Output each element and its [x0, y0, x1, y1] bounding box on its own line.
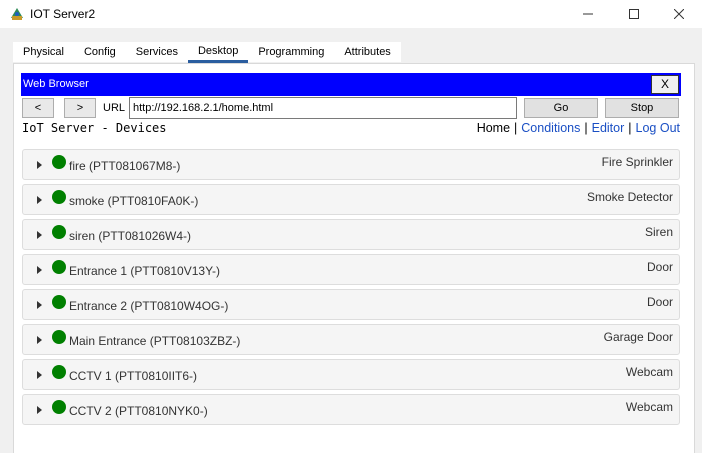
status-online-icon [52, 330, 66, 344]
device-row[interactable]: smoke (PTT0810FA0K-) Smoke Detector [22, 184, 680, 215]
nav-separator: | [514, 121, 518, 135]
device-list: fire (PTT081067M8-) Fire Sprinkler smoke… [22, 149, 680, 429]
stop-button[interactable]: Stop [605, 98, 679, 118]
close-icon [674, 9, 684, 19]
maximize-icon [629, 9, 639, 19]
device-row[interactable]: Entrance 2 (PTT0810W4OG-) Door [22, 289, 680, 320]
maximize-button[interactable] [611, 0, 657, 28]
device-row[interactable]: Main Entrance (PTT08103ZBZ-) Garage Door [22, 324, 680, 355]
tab-physical[interactable]: Physical [13, 42, 74, 62]
close-window-button[interactable] [656, 0, 702, 28]
web-browser: Web Browser X < > URL Go Stop IoT Server… [21, 73, 681, 452]
device-name: siren (PTT081026W4-) [69, 229, 192, 243]
device-row[interactable]: siren (PTT081026W4-) Siren [22, 219, 680, 250]
device-name: CCTV 1 (PTT0810IIT6-) [69, 369, 198, 383]
window-titlebar: IOT Server2 [0, 0, 702, 28]
page-title: IoT Server - Devices [22, 121, 167, 135]
device-type: Fire Sprinkler [601, 155, 673, 169]
status-online-icon [52, 190, 66, 204]
device-type: Webcam [625, 365, 673, 379]
device-name: smoke (PTT0810FA0K-) [69, 194, 199, 208]
device-type: Siren [644, 225, 673, 239]
device-row[interactable]: Entrance 1 (PTT0810V13Y-) Door [22, 254, 680, 285]
go-button[interactable]: Go [524, 98, 598, 118]
minimize-icon [583, 13, 593, 15]
status-online-icon [52, 400, 66, 414]
app-icon [11, 8, 23, 20]
device-row[interactable]: CCTV 1 (PTT0810IIT6-) Webcam [22, 359, 680, 390]
top-nav: Home | Conditions | Editor | Log Out [477, 121, 680, 135]
chevron-right-icon[interactable] [37, 336, 42, 344]
device-row[interactable]: CCTV 2 (PTT0810NYK0-) Webcam [22, 394, 680, 425]
forward-button[interactable]: > [64, 98, 96, 118]
device-type: Smoke Detector [586, 190, 673, 204]
tab-programming[interactable]: Programming [248, 42, 335, 62]
device-tabs: Physical Config Services Desktop Program… [13, 42, 401, 63]
status-online-icon [52, 155, 66, 169]
window-title: IOT Server2 [30, 7, 96, 21]
chevron-right-icon[interactable] [37, 371, 42, 379]
nav-separator: | [628, 121, 632, 135]
device-type: Door [646, 295, 673, 309]
chevron-right-icon[interactable] [37, 196, 42, 204]
device-name: CCTV 2 (PTT0810NYK0-) [69, 404, 208, 418]
device-type: Webcam [625, 400, 673, 414]
url-input[interactable] [129, 97, 517, 119]
nav-home-link[interactable]: Home [477, 121, 510, 135]
browser-title: Web Browser [23, 78, 89, 90]
device-type: Door [646, 260, 673, 274]
minimize-button[interactable] [565, 0, 611, 28]
device-name: Entrance 2 (PTT0810W4OG-) [69, 299, 229, 313]
tab-config[interactable]: Config [73, 42, 126, 62]
device-row[interactable]: fire (PTT081067M8-) Fire Sprinkler [22, 149, 680, 180]
nav-conditions-link[interactable]: Conditions [521, 121, 580, 135]
chevron-right-icon[interactable] [37, 266, 42, 274]
nav-logout-link[interactable]: Log Out [636, 121, 680, 135]
device-name: Main Entrance (PTT08103ZBZ-) [69, 334, 241, 348]
browser-titlebar: Web Browser X [21, 73, 681, 96]
chevron-right-icon[interactable] [37, 406, 42, 414]
chevron-right-icon[interactable] [37, 301, 42, 309]
status-online-icon [52, 260, 66, 274]
chevron-right-icon[interactable] [37, 161, 42, 169]
tab-desktop[interactable]: Desktop [187, 42, 249, 63]
status-online-icon [52, 365, 66, 379]
browser-close-button[interactable]: X [651, 75, 679, 94]
url-label: URL [103, 102, 126, 114]
back-button[interactable]: < [22, 98, 54, 118]
status-online-icon [52, 225, 66, 239]
nav-editor-link[interactable]: Editor [592, 121, 625, 135]
tab-attributes[interactable]: Attributes [334, 42, 401, 62]
device-name: fire (PTT081067M8-) [69, 159, 181, 173]
status-online-icon [52, 295, 66, 309]
chevron-right-icon[interactable] [37, 231, 42, 239]
device-name: Entrance 1 (PTT0810V13Y-) [69, 264, 220, 278]
device-type: Garage Door [603, 330, 673, 344]
tab-services[interactable]: Services [125, 42, 188, 62]
nav-separator: | [584, 121, 588, 135]
